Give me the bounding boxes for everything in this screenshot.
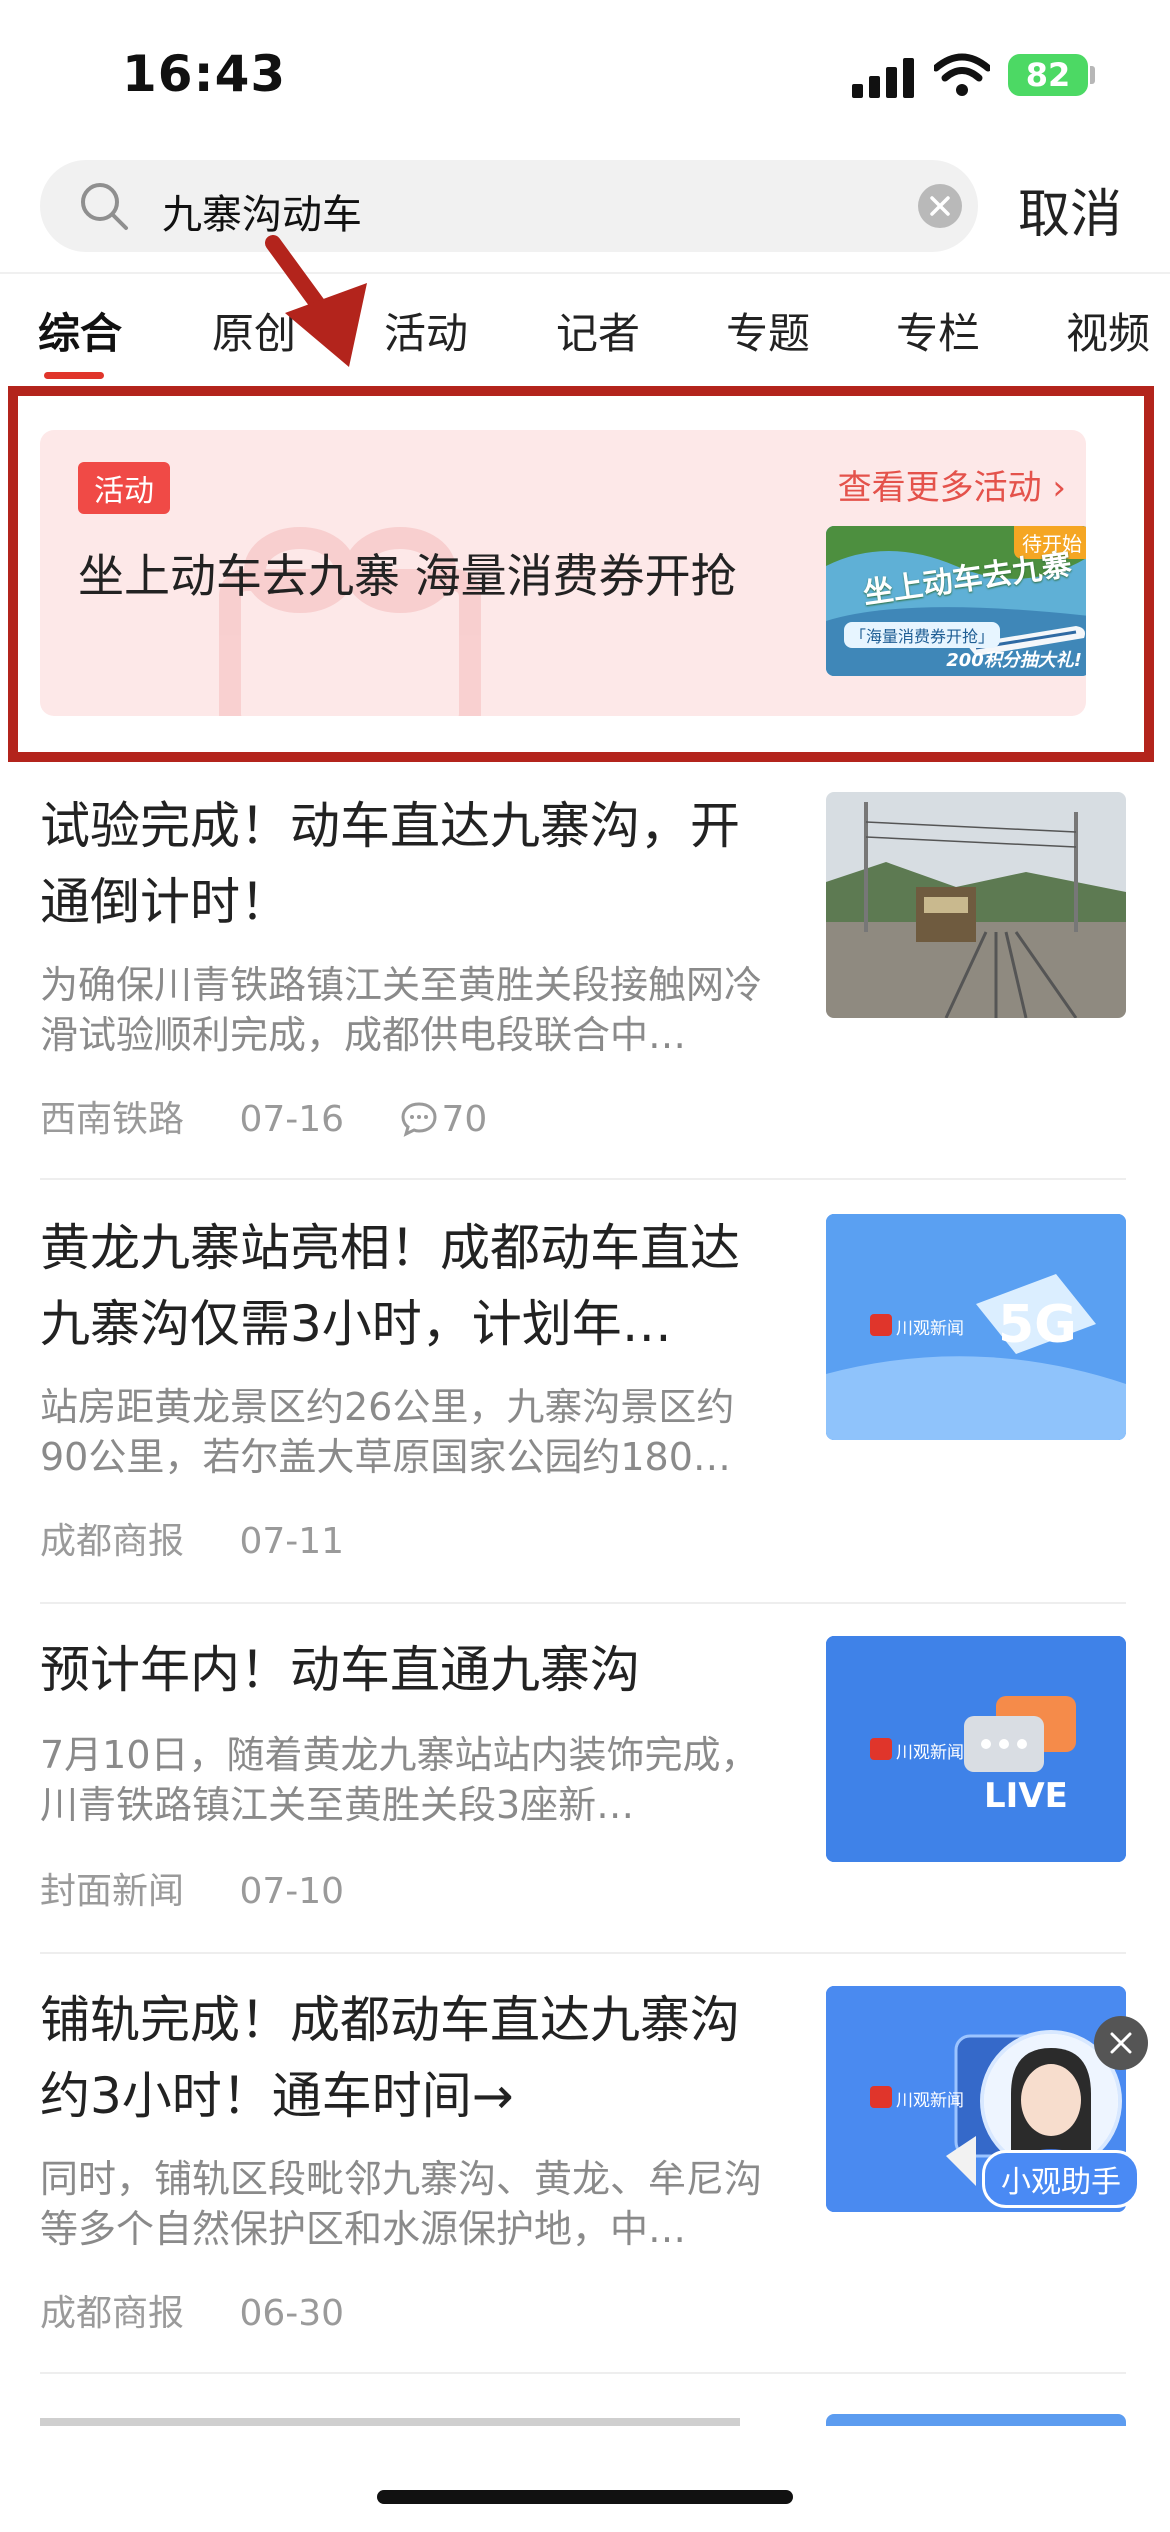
tab-topics[interactable]: 专题	[726, 300, 810, 361]
svg-text:5G: 5G	[998, 1295, 1077, 1355]
status-time: 16:43	[122, 45, 287, 103]
news-title[interactable]: 铺轨完成！成都动车直达九寨沟约3小时！通车时间→	[40, 1982, 780, 2134]
news-summary: 同时，铺轨区段毗邻九寨沟、黄龙、牟尼沟等多个自然保护区和水源保护地，中…	[40, 2157, 763, 2251]
battery-indicator: 82	[1008, 54, 1088, 96]
tab-reporters[interactable]: 记者	[556, 300, 640, 361]
news-thumbnail-partial[interactable]	[826, 2414, 1126, 2426]
news-item[interactable]: 铺轨完成！成都动车直达九寨沟约3小时！通车时间→ 同时，铺轨区段毗邻九寨沟、黄龙…	[40, 1982, 1126, 2362]
brand-logo-icon	[870, 2086, 892, 2108]
brand-logo-icon	[870, 1738, 892, 1760]
train-on-track-image	[826, 792, 1126, 1018]
news-date: 07-11	[239, 1521, 345, 1562]
news-title[interactable]: 试验完成！动车直达九寨沟，开通倒计时！	[40, 788, 780, 940]
clear-search-button[interactable]	[918, 184, 962, 228]
live-label: LIVE	[984, 1776, 1068, 1816]
news-meta: 成都商报 06-30	[40, 2284, 388, 2336]
annotation-arrow-icon	[265, 235, 367, 367]
divider	[40, 1602, 1126, 1604]
news-date: 07-10	[239, 1871, 345, 1912]
news-summary: 为确保川青铁路镇江关至黄胜关段接触网冷滑试验顺利完成，成都供电段联合中…	[40, 963, 763, 1057]
thumbnail-brand: 川观新闻	[896, 1319, 964, 1339]
search-input[interactable]: 九寨沟动车	[40, 160, 978, 252]
news-source: 封面新闻	[40, 1871, 185, 1912]
cancel-button[interactable]: 取消	[1018, 172, 1122, 247]
news-thumbnail[interactable]: 川观新闻 LIVE	[826, 1636, 1126, 1862]
close-icon	[930, 196, 950, 216]
news-source: 西南铁路	[40, 1099, 185, 1140]
tab-videos[interactable]: 视频	[1066, 300, 1150, 361]
tab-columns[interactable]: 专栏	[896, 300, 980, 361]
wifi-icon	[934, 53, 990, 96]
assistant-close-button[interactable]	[1094, 2016, 1148, 2070]
news-date: 07-16	[239, 1099, 345, 1140]
news-date: 06-30	[239, 2293, 345, 2334]
tab-comprehensive[interactable]: 综合	[38, 300, 122, 361]
cellular-signal-icon	[852, 56, 914, 98]
news-comments: 70	[400, 1099, 532, 1140]
news-source: 成都商报	[40, 1521, 185, 1562]
news-item-partial[interactable]	[40, 2414, 780, 2426]
status-bar: 16:43 82	[0, 0, 1170, 150]
news-summary: 站房距黄龙景区约26公里，九寨沟景区约90公里，若尔盖大草原国家公园约180…	[40, 1385, 735, 1479]
news-title[interactable]: 预计年内！动车直通九寨沟	[40, 1632, 780, 1708]
thumbnail-brand: 川观新闻	[896, 2091, 964, 2111]
assistant-label[interactable]: 小观助手	[982, 2150, 1140, 2208]
divider	[0, 272, 1170, 274]
divider	[40, 1952, 1126, 1954]
news-meta: 西南铁路 07-16 70	[40, 1090, 575, 1142]
divider	[40, 1178, 1126, 1180]
active-tab-indicator	[44, 372, 104, 379]
battery-tip	[1090, 66, 1095, 84]
close-icon	[1110, 2032, 1132, 2054]
news-thumbnail[interactable]: 5G 川观新闻	[826, 1214, 1126, 1440]
divider	[40, 2372, 1126, 2374]
news-meta: 封面新闻 07-10	[40, 1862, 388, 1914]
annotation-highlight-box	[8, 386, 1154, 762]
news-item[interactable]: 试验完成！动车直达九寨沟，开通倒计时！ 为确保川青铁路镇江关至黄胜关段接触网冷滑…	[40, 788, 1126, 1168]
home-indicator[interactable]	[377, 2490, 793, 2504]
search-icon	[81, 183, 128, 230]
news-meta: 成都商报 07-11	[40, 1512, 388, 1564]
category-tabs: 综合 原创 活动 记者 专题 专栏 视频	[0, 300, 1170, 380]
tab-activities[interactable]: 活动	[384, 300, 468, 361]
search-query-text[interactable]: 九寨沟动车	[162, 182, 362, 240]
brand-logo-icon	[870, 1314, 892, 1336]
news-item[interactable]: 预计年内！动车直通九寨沟 7月10日，随着黄龙九寨站站内装饰完成，川青铁路镇江关…	[40, 1632, 1126, 1952]
news-source: 成都商报	[40, 2293, 185, 2334]
news-title[interactable]: 黄龙九寨站亮相！成都动车直达九寨沟仅需3小时，计划年…	[40, 1210, 780, 1362]
comment-icon	[401, 1102, 437, 1137]
news-item[interactable]: 黄龙九寨站亮相！成都动车直达九寨沟仅需3小时，计划年… 站房距黄龙景区约26公里…	[40, 1210, 1126, 1590]
news-thumbnail[interactable]	[826, 792, 1126, 1018]
thumbnail-brand: 川观新闻	[896, 1743, 964, 1763]
news-summary: 7月10日，随着黄龙九寨站站内装饰完成，川青铁路镇江关至黄胜关段3座新…	[40, 1733, 759, 1827]
comment-count: 70	[441, 1099, 488, 1140]
